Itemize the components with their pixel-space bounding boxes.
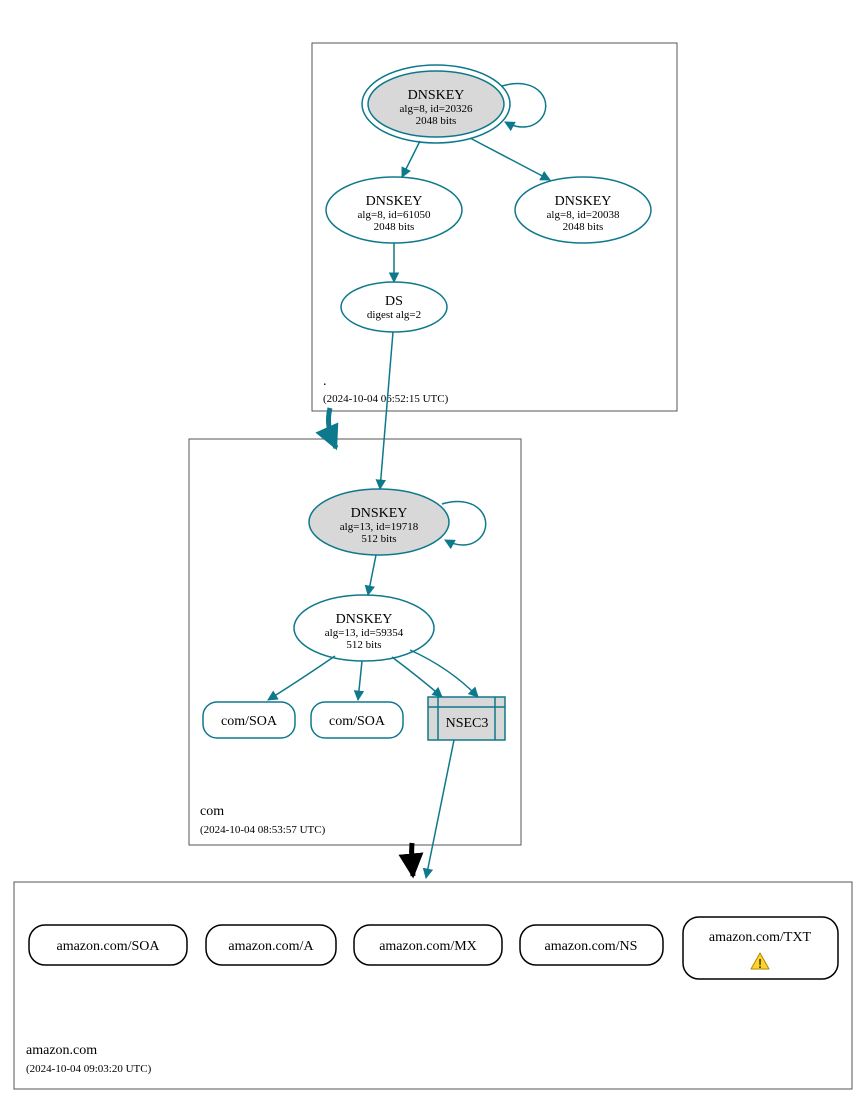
node-amazon-mx: amazon.com/MX [354, 925, 502, 965]
svg-text:alg=8, id=20326: alg=8, id=20326 [400, 103, 473, 115]
zone-date-amazon: (2024-10-04 09:03:20 UTC) [26, 1063, 152, 1075]
svg-text:512 bits: 512 bits [346, 639, 381, 651]
svg-text:!: ! [758, 956, 762, 971]
svg-text:digest alg=2: digest alg=2 [367, 309, 421, 321]
edge-comzsk-nsec3b [410, 650, 478, 697]
svg-text:amazon.com/NS: amazon.com/NS [545, 939, 638, 954]
svg-text:2048 bits: 2048 bits [374, 221, 415, 233]
edge-comzsk-soa1 [268, 656, 335, 700]
dnssec-graph: . (2024-10-04 06:52:15 UTC) DNSKEY alg=8… [0, 0, 865, 1104]
svg-text:com/SOA: com/SOA [329, 714, 386, 729]
edge-nsec3-amazon [426, 740, 454, 878]
node-root-ds: DS digest alg=2 [341, 282, 447, 332]
svg-text:alg=13, id=59354: alg=13, id=59354 [325, 627, 404, 639]
svg-text:com/SOA: com/SOA [221, 714, 278, 729]
node-amazon-soa: amazon.com/SOA [29, 925, 187, 965]
edge-comzsk-soa2 [358, 661, 362, 700]
svg-text:alg=13, id=19718: alg=13, id=19718 [340, 521, 419, 533]
zone-label-amazon: amazon.com [26, 1043, 97, 1058]
svg-text:DS: DS [385, 294, 403, 309]
svg-text:amazon.com/A: amazon.com/A [228, 939, 314, 954]
zone-date-com: (2024-10-04 08:53:57 UTC) [200, 824, 326, 836]
svg-text:DNSKEY: DNSKEY [555, 194, 612, 209]
zone-date-root: (2024-10-04 06:52:15 UTC) [323, 393, 449, 405]
svg-text:amazon.com/SOA: amazon.com/SOA [56, 939, 160, 954]
svg-text:DNSKEY: DNSKEY [408, 88, 465, 103]
svg-text:amazon.com/TXT: amazon.com/TXT [709, 930, 812, 945]
svg-text:alg=8, id=20038: alg=8, id=20038 [547, 209, 620, 221]
svg-text:2048 bits: 2048 bits [416, 115, 457, 127]
edge-root-to-com-thick [328, 408, 336, 448]
node-com-ksk: DNSKEY alg=13, id=19718 512 bits [309, 489, 449, 555]
node-amazon-a: amazon.com/A [206, 925, 336, 965]
node-root-zsk2: DNSKEY alg=8, id=20038 2048 bits [515, 177, 651, 243]
node-amazon-ns: amazon.com/NS [520, 925, 663, 965]
edge-rootksk-zsk2 [470, 138, 550, 180]
node-com-soa1: com/SOA [203, 702, 295, 738]
svg-text:alg=8, id=61050: alg=8, id=61050 [358, 209, 431, 221]
svg-text:512 bits: 512 bits [361, 533, 396, 545]
node-nsec3: NSEC3 [428, 697, 505, 740]
svg-text:DNSKEY: DNSKEY [336, 612, 393, 627]
svg-text:DNSKEY: DNSKEY [366, 194, 423, 209]
node-amazon-txt: amazon.com/TXT ! [683, 917, 838, 979]
node-com-soa2: com/SOA [311, 702, 403, 738]
edge-com-to-amazon-thick [412, 843, 413, 876]
zone-label-root: . [323, 374, 327, 389]
svg-text:amazon.com/MX: amazon.com/MX [379, 939, 477, 954]
edge-rootksk-zsk1 [402, 141, 420, 177]
svg-text:DNSKEY: DNSKEY [351, 506, 408, 521]
svg-text:2048 bits: 2048 bits [563, 221, 604, 233]
svg-text:NSEC3: NSEC3 [446, 716, 489, 731]
edge-comksk-comzsk [368, 555, 376, 595]
zone-box-amazon [14, 882, 852, 1089]
node-root-ksk: DNSKEY alg=8, id=20326 2048 bits [362, 65, 510, 143]
node-root-zsk1: DNSKEY alg=8, id=61050 2048 bits [326, 177, 462, 243]
edge-rootksk-self [502, 84, 546, 127]
zone-label-com: com [200, 804, 224, 819]
